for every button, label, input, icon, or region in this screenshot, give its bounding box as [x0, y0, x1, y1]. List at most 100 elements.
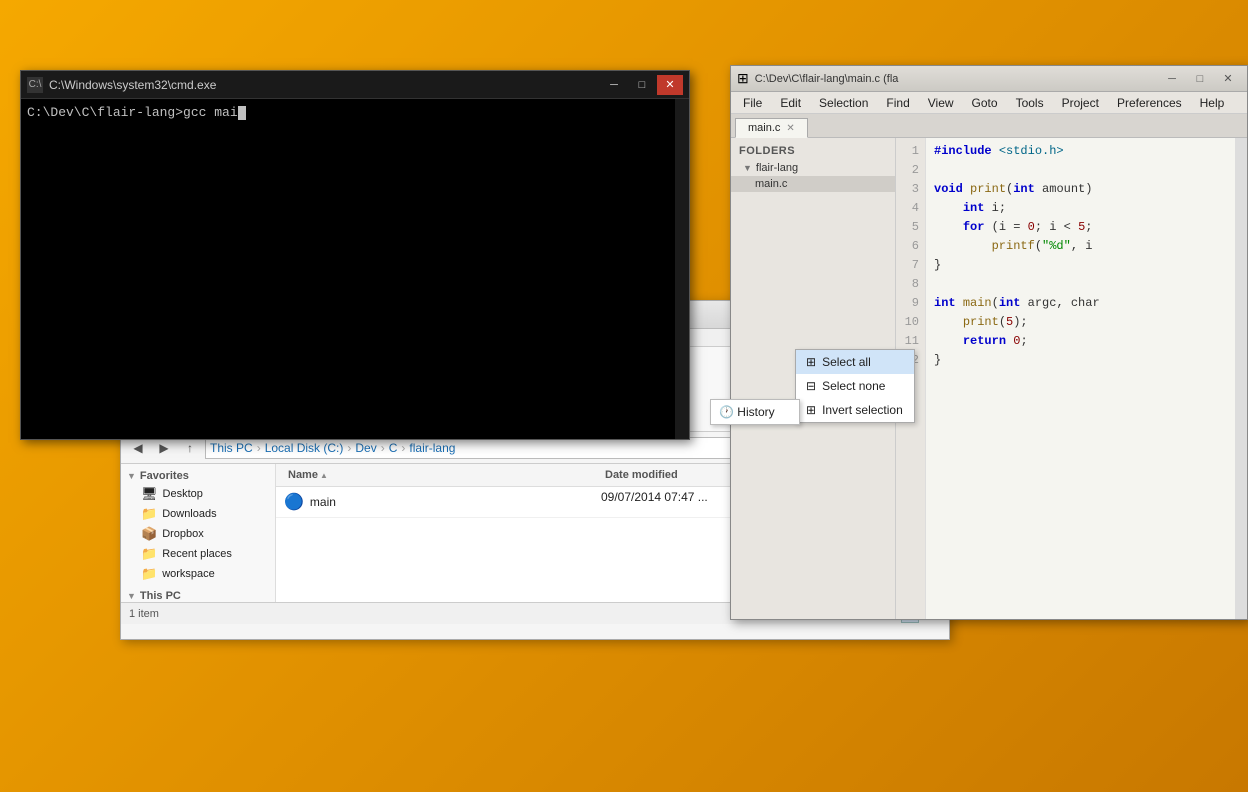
status-count: 1 item: [129, 608, 159, 620]
file-mainc-label: main.c: [755, 178, 787, 190]
cmd-icon: C:\: [27, 77, 43, 93]
folder-arrow-down: ▼: [743, 163, 752, 173]
cmd-close-button[interactable]: ✕: [657, 75, 683, 95]
menu-tools[interactable]: Tools: [1008, 94, 1052, 112]
editor-maximize-button[interactable]: □: [1187, 69, 1213, 89]
editor-window: ⊞ C:\Dev\C\flair-lang\main.c (fla ─ □ ✕ …: [730, 65, 1248, 620]
history-icon: 🕐: [719, 405, 734, 419]
code-line-1: #include <stdio.h>: [934, 142, 1239, 161]
history-label: History: [737, 405, 774, 419]
code-line-9: int main(int argc, char: [934, 294, 1239, 313]
sidebar-item-dropbox[interactable]: 📦 Dropbox: [121, 524, 275, 544]
sidebar-item-downloads-fav[interactable]: 📁 Downloads: [121, 504, 275, 524]
recent-label: Recent places: [162, 548, 232, 560]
breadcrumb-flairlang[interactable]: flair-lang: [409, 441, 455, 455]
cmd-cursor: [238, 106, 246, 120]
sidebar-item-recent[interactable]: 📁 Recent places: [121, 544, 275, 564]
file-name: main: [310, 495, 336, 509]
editor-titlebar: ⊞ C:\Dev\C\flair-lang\main.c (fla ─ □ ✕: [731, 66, 1247, 92]
breadcrumb-sep1: ›: [257, 441, 261, 455]
recent-icon: 📁: [141, 546, 157, 562]
file-name-cell: 🔵 main: [284, 490, 601, 514]
history-popup: 🕐 History: [710, 399, 800, 425]
menu-preferences[interactable]: Preferences: [1109, 94, 1190, 112]
workspace-label: workspace: [162, 568, 215, 580]
menu-selection[interactable]: Selection: [811, 94, 876, 112]
code-line-2: [934, 161, 1239, 180]
cmd-content: C:\Dev\C\flair-lang>gcc mai: [27, 105, 238, 120]
breadcrumb: This PC › Local Disk (C:) › Dev › C › fl…: [210, 441, 455, 455]
code-line-12: }: [934, 351, 1239, 370]
favorites-header[interactable]: ▼ Favorites: [121, 468, 275, 484]
editor-scrollbar[interactable]: [1235, 138, 1247, 619]
thispc-arrow: ▼: [127, 591, 136, 601]
breadcrumb-dev[interactable]: Dev: [355, 441, 376, 455]
breadcrumb-c[interactable]: C: [389, 441, 398, 455]
menu-file[interactable]: File: [735, 94, 770, 112]
cmd-scrollbar[interactable]: [675, 99, 689, 439]
workspace-icon: 📁: [141, 566, 157, 582]
editor-titlebar-buttons: ─ □ ✕: [1159, 69, 1241, 89]
breadcrumb-sep3: ›: [381, 441, 385, 455]
code-line-8: [934, 275, 1239, 294]
menu-edit[interactable]: Edit: [772, 94, 809, 112]
sidebar-item-desktop-fav[interactable]: 🖥 Desktop: [121, 484, 275, 504]
thispc-header[interactable]: ▼ This PC: [121, 588, 275, 602]
cmd-titlebar-left: C:\ C:\Windows\system32\cmd.exe: [27, 77, 216, 93]
menu-goto[interactable]: Goto: [964, 94, 1006, 112]
menu-find[interactable]: Find: [878, 94, 917, 112]
code-area: 1 2 3 4 5 6 7 8 9 10 11 12 #include <std…: [896, 138, 1247, 619]
cmd-maximize-button[interactable]: □: [629, 75, 655, 95]
editor-close-button[interactable]: ✕: [1215, 69, 1241, 89]
folder-flairlang-label: flair-lang: [756, 162, 798, 174]
invertsel-dd-label: Invert selection: [822, 403, 903, 417]
dropdown-invertsel[interactable]: ⊞ Invert selection: [796, 398, 914, 422]
favorites-arrow: ▼: [127, 471, 136, 481]
tab-close-icon[interactable]: ✕: [786, 123, 794, 134]
editor-title: C:\Dev\C\flair-lang\main.c (fla: [755, 73, 899, 85]
col-date[interactable]: Date modified: [601, 467, 741, 483]
selectnone-dd-icon: ⊟: [806, 379, 816, 393]
cmd-body: C:\Dev\C\flair-lang>gcc mai: [21, 99, 689, 439]
sidebar-file-mainc[interactable]: main.c: [731, 176, 895, 192]
col-name-label: Name: [288, 469, 318, 481]
editor-tabs: main.c ✕: [731, 114, 1247, 138]
code-line-10: print(5);: [934, 313, 1239, 332]
sidebar-item-workspace[interactable]: 📁 workspace: [121, 564, 275, 584]
downloads-fav-label: Downloads: [162, 508, 216, 520]
code-content[interactable]: #include <stdio.h> void print(int amount…: [926, 138, 1247, 619]
tab-mainc-label: main.c: [748, 122, 780, 134]
file-icon: 🔵: [284, 492, 304, 512]
desktop-fav-icon: 🖥: [141, 486, 158, 502]
tab-mainc[interactable]: main.c ✕: [735, 118, 808, 138]
cmd-titlebar-buttons: ─ □ ✕: [601, 75, 683, 95]
select-dropdown: ⊞ Select all ⊟ Select none ⊞ Invert sele…: [795, 349, 915, 423]
sidebar-folder-flairlang[interactable]: ▼ flair-lang: [731, 160, 895, 176]
selectnone-dd-label: Select none: [822, 379, 885, 393]
cmd-app-icon: C:\: [29, 79, 42, 90]
code-line-4: int i;: [934, 199, 1239, 218]
desktop: C:\ C:\Windows\system32\cmd.exe ─ □ ✕ C:…: [0, 0, 1248, 792]
explorer-sidebar: ▼ Favorites 🖥 Desktop 📁 Downloads 📦 Drop…: [121, 464, 276, 602]
col-name[interactable]: Name ▲: [284, 467, 601, 483]
breadcrumb-localdisk[interactable]: Local Disk (C:): [265, 441, 344, 455]
cmd-minimize-button[interactable]: ─: [601, 75, 627, 95]
desktop-fav-label: Desktop: [163, 488, 203, 500]
file-date: 09/07/2014 07:47 ...: [601, 490, 741, 514]
dropdown-selectnone[interactable]: ⊟ Select none: [796, 374, 914, 398]
menu-view[interactable]: View: [920, 94, 962, 112]
breadcrumb-thispc[interactable]: This PC: [210, 441, 253, 455]
dropbox-label: Dropbox: [162, 528, 204, 540]
col-sort-arrow: ▲: [320, 471, 328, 480]
editor-sidebar-header: FOLDERS: [731, 142, 895, 160]
menu-help[interactable]: Help: [1192, 94, 1233, 112]
cmd-window: C:\ C:\Windows\system32\cmd.exe ─ □ ✕ C:…: [20, 70, 690, 440]
editor-app-icon: ⊞: [737, 70, 749, 87]
editor-minimize-button[interactable]: ─: [1159, 69, 1185, 89]
cmd-title: C:\Windows\system32\cmd.exe: [49, 78, 216, 92]
breadcrumb-sep2: ›: [347, 441, 351, 455]
dropdown-selectall[interactable]: ⊞ Select all: [796, 350, 914, 374]
menu-project[interactable]: Project: [1054, 94, 1107, 112]
code-line-7: }: [934, 256, 1239, 275]
history-item[interactable]: 🕐 History: [711, 402, 799, 422]
